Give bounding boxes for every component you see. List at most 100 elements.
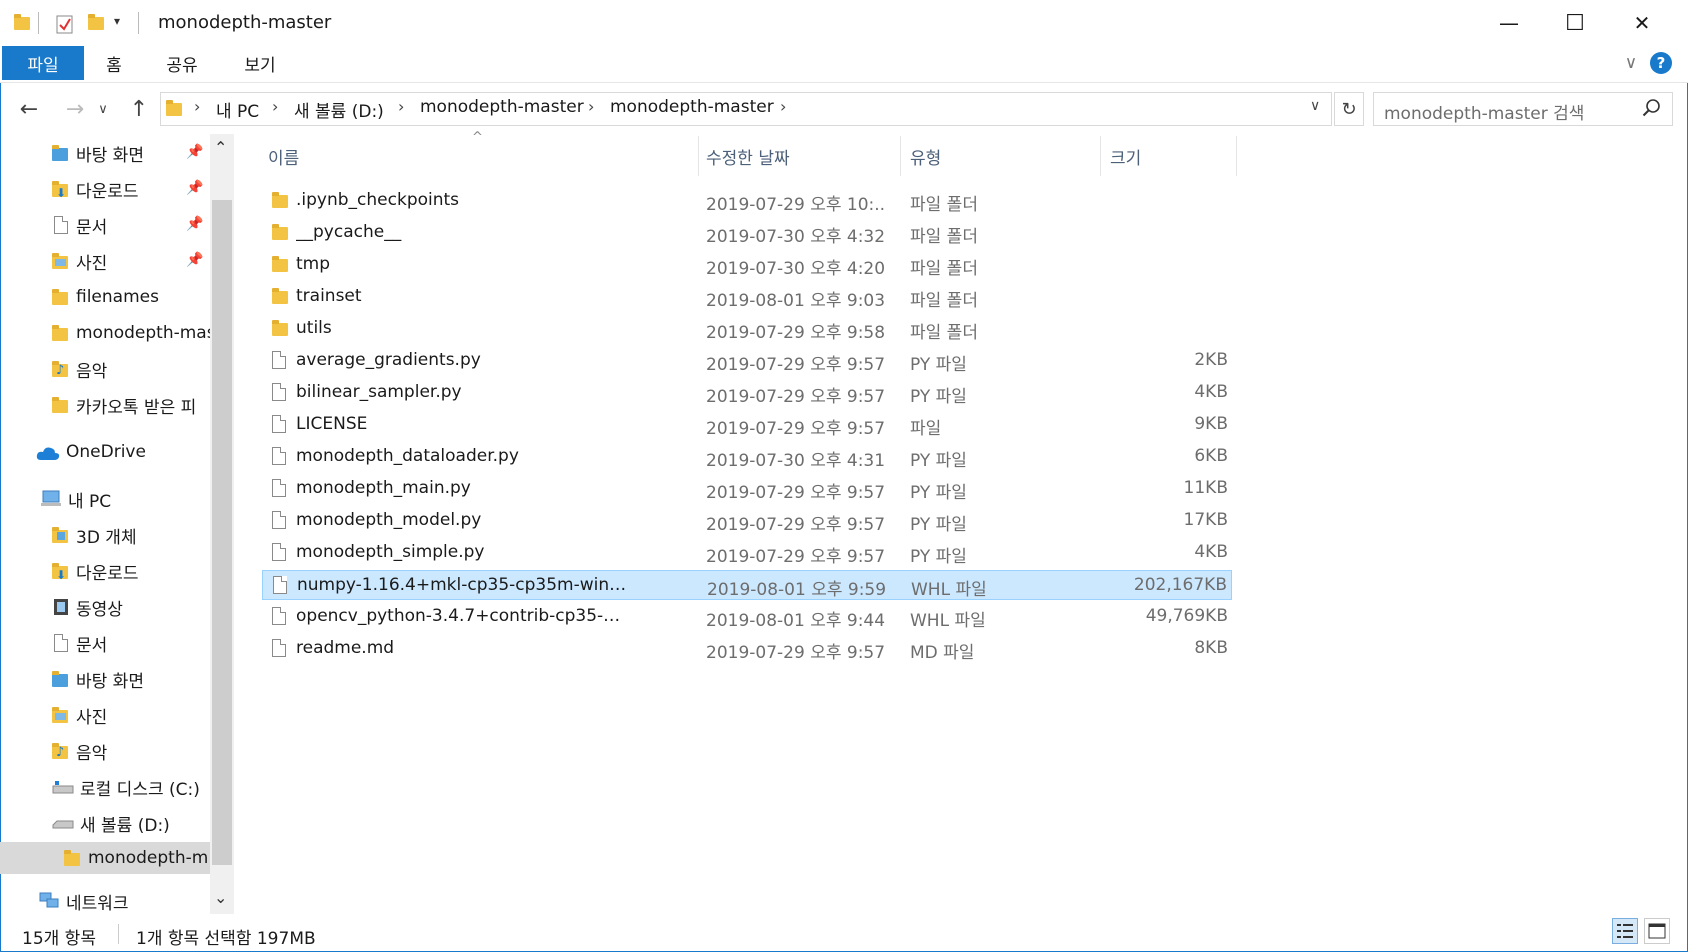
nav-item-3d-objects[interactable]: 3D 개체 (52, 520, 210, 550)
large-icons-view-button[interactable] (1644, 918, 1670, 944)
up-button[interactable]: ↑ (124, 94, 154, 124)
folder-icon (272, 319, 288, 338)
tab-file[interactable]: 파일 (2, 46, 84, 80)
nav-item-network[interactable]: 네트워크 (38, 888, 210, 914)
column-divider[interactable] (1236, 136, 1237, 176)
tab-share[interactable]: 공유 (152, 46, 212, 80)
column-header-size[interactable]: 크기 (1110, 144, 1141, 169)
ribbon-collapse-icon[interactable]: ∨ (1618, 46, 1644, 80)
nav-item-current-folder[interactable]: monodepth-m (64, 843, 210, 873)
file-row[interactable]: readme.md 2019-07-29 오후 9:57 MD 파일 8KB (262, 634, 1232, 664)
breadcrumb-separator[interactable]: › (398, 97, 404, 116)
pin-icon[interactable]: 📌 (186, 180, 203, 196)
scroll-down-icon[interactable]: ⌄ (214, 888, 227, 907)
minimize-button[interactable]: — (1479, 0, 1539, 46)
file-row[interactable]: average_gradients.py 2019-07-29 오후 9:57 … (262, 346, 1232, 376)
file-icon (272, 415, 288, 434)
video-icon (52, 598, 70, 616)
nav-item-label: 다운로드 (76, 563, 139, 584)
selection-info: 1개 항목 선택함 197MB (136, 929, 316, 949)
desktop-icon (52, 670, 70, 688)
column-divider[interactable] (1100, 136, 1101, 176)
column-divider[interactable] (698, 136, 699, 176)
nav-item-music[interactable]: ♪ 음악 (52, 354, 210, 384)
pin-icon[interactable]: 📌 (186, 252, 203, 268)
tab-home[interactable]: 홈 (92, 46, 136, 80)
file-row[interactable]: __pycache__ 2019-07-30 오후 4:32 파일 폴더 (262, 218, 1232, 248)
nav-item-filenames[interactable]: filenames (52, 282, 210, 312)
network-icon (38, 892, 60, 910)
nav-item-videos[interactable]: 동영상 (52, 592, 210, 622)
new-folder-icon[interactable] (88, 14, 104, 32)
folder-icon (52, 288, 70, 306)
nav-item-monodepth-master[interactable]: monodepth-mas (52, 318, 210, 348)
file-type: 파일 폴더 (910, 323, 978, 343)
file-date: 2019-07-29 오후 9:57 (706, 419, 886, 439)
file-row[interactable]: monodepth_simple.py 2019-07-29 오후 9:57 P… (262, 538, 1232, 568)
file-row[interactable]: bilinear_sampler.py 2019-07-29 오후 9:57 P… (262, 378, 1232, 408)
breadcrumb-separator[interactable]: › (272, 97, 278, 116)
address-dropdown-icon[interactable]: ∨ (1310, 98, 1320, 114)
nav-item-label: monodepth-mas (76, 323, 210, 343)
nav-item-this-pc[interactable]: 내 PC (40, 484, 210, 514)
nav-item-pictures-pc[interactable]: 사진 (52, 700, 210, 730)
nav-item-documents-pc[interactable]: 문서 (52, 628, 210, 658)
file-row[interactable]: opencv_python-3.4.7+contrib-cp35-cp35m-w… (262, 602, 1232, 632)
scroll-up-icon[interactable]: ⌃ (214, 138, 227, 157)
file-row[interactable]: tmp 2019-07-30 오후 4:20 파일 폴더 (262, 250, 1232, 280)
file-row[interactable]: utils 2019-07-29 오후 9:58 파일 폴더 (262, 314, 1232, 344)
nav-item-music-pc[interactable]: ♪ 음악 (52, 736, 210, 766)
nav-item-onedrive[interactable]: OneDrive (36, 437, 210, 467)
nav-item-desktop-pc[interactable]: 바탕 화면 (52, 664, 210, 694)
file-date: 2019-08-01 오후 9:03 (706, 291, 886, 311)
pin-icon[interactable]: 📌 (186, 216, 203, 232)
column-header-name[interactable]: 이름 (268, 144, 299, 169)
column-header-date[interactable]: 수정한 날짜 (706, 144, 790, 169)
recent-locations-button[interactable]: ∨ (94, 94, 112, 124)
file-row[interactable]: trainset 2019-08-01 오후 9:03 파일 폴더 (262, 282, 1232, 312)
close-button[interactable]: ✕ (1612, 0, 1672, 46)
pin-icon[interactable]: 📌 (186, 144, 203, 160)
file-row-selected[interactable]: numpy-1.16.4+mkl-cp35-cp35m-win_amd64.w.… (262, 570, 1232, 600)
file-row[interactable]: monodepth_dataloader.py 2019-07-30 오후 4:… (262, 442, 1232, 472)
file-name: tmp (296, 254, 331, 274)
properties-icon[interactable] (56, 14, 73, 34)
file-row[interactable]: LICENSE 2019-07-29 오후 9:57 파일 9KB (262, 410, 1232, 440)
breadcrumb-separator[interactable]: › (780, 97, 786, 116)
customize-quick-access-icon[interactable]: ▾ (114, 14, 120, 28)
file-row[interactable]: monodepth_main.py 2019-07-29 오후 9:57 PY … (262, 474, 1232, 504)
file-date: 2019-07-29 오후 9:57 (706, 643, 886, 663)
help-icon[interactable]: ? (1650, 52, 1672, 74)
nav-item-kakaotalk[interactable]: 카카오톡 받은 피 (52, 390, 210, 420)
maximize-button[interactable]: ☐ (1545, 0, 1605, 46)
file-icon (272, 511, 288, 530)
breadcrumb-monodepth-master[interactable]: monodepth-master (420, 97, 584, 117)
file-date: 2019-07-29 오후 9:57 (706, 515, 886, 535)
breadcrumb-drive-d[interactable]: 새 볼륨 (D:) (294, 97, 384, 122)
sort-ascending-icon: ^ (472, 130, 483, 145)
column-divider[interactable] (900, 136, 901, 176)
nav-item-local-disk-c[interactable]: 로컬 디스크 (C:) (52, 772, 218, 802)
forward-button[interactable]: → (60, 94, 90, 124)
file-type: 파일 폴더 (910, 227, 978, 247)
breadcrumb-separator[interactable]: › (194, 97, 200, 116)
nav-scrollbar-thumb[interactable] (212, 200, 232, 865)
nav-item-new-volume-d[interactable]: 새 볼륨 (D:) (52, 808, 218, 838)
breadcrumb-monodepth-master-current[interactable]: monodepth-master (610, 97, 774, 117)
details-view-button[interactable] (1612, 918, 1638, 944)
nav-item-label: 문서 (76, 217, 108, 238)
file-row[interactable]: monodepth_model.py 2019-07-29 오후 9:57 PY… (262, 506, 1232, 536)
file-size: 49,769KB (1145, 606, 1228, 626)
breadcrumb-separator[interactable]: › (588, 97, 594, 116)
folder-icon (272, 287, 288, 306)
refresh-button[interactable]: ↻ (1334, 92, 1364, 126)
file-date: 2019-07-29 오후 9:57 (706, 483, 886, 503)
file-row[interactable]: .ipynb_checkpoints 2019-07-29 오후 10:... … (262, 186, 1232, 216)
nav-item-downloads-pc[interactable]: ⬇ 다운로드 (52, 556, 210, 586)
3d-objects-icon (52, 526, 70, 544)
search-icon[interactable] (1642, 98, 1662, 118)
column-header-type[interactable]: 유형 (910, 144, 941, 169)
tab-view[interactable]: 보기 (230, 46, 290, 80)
back-button[interactable]: ← (14, 94, 44, 124)
breadcrumb-this-pc[interactable]: 내 PC (216, 97, 259, 122)
